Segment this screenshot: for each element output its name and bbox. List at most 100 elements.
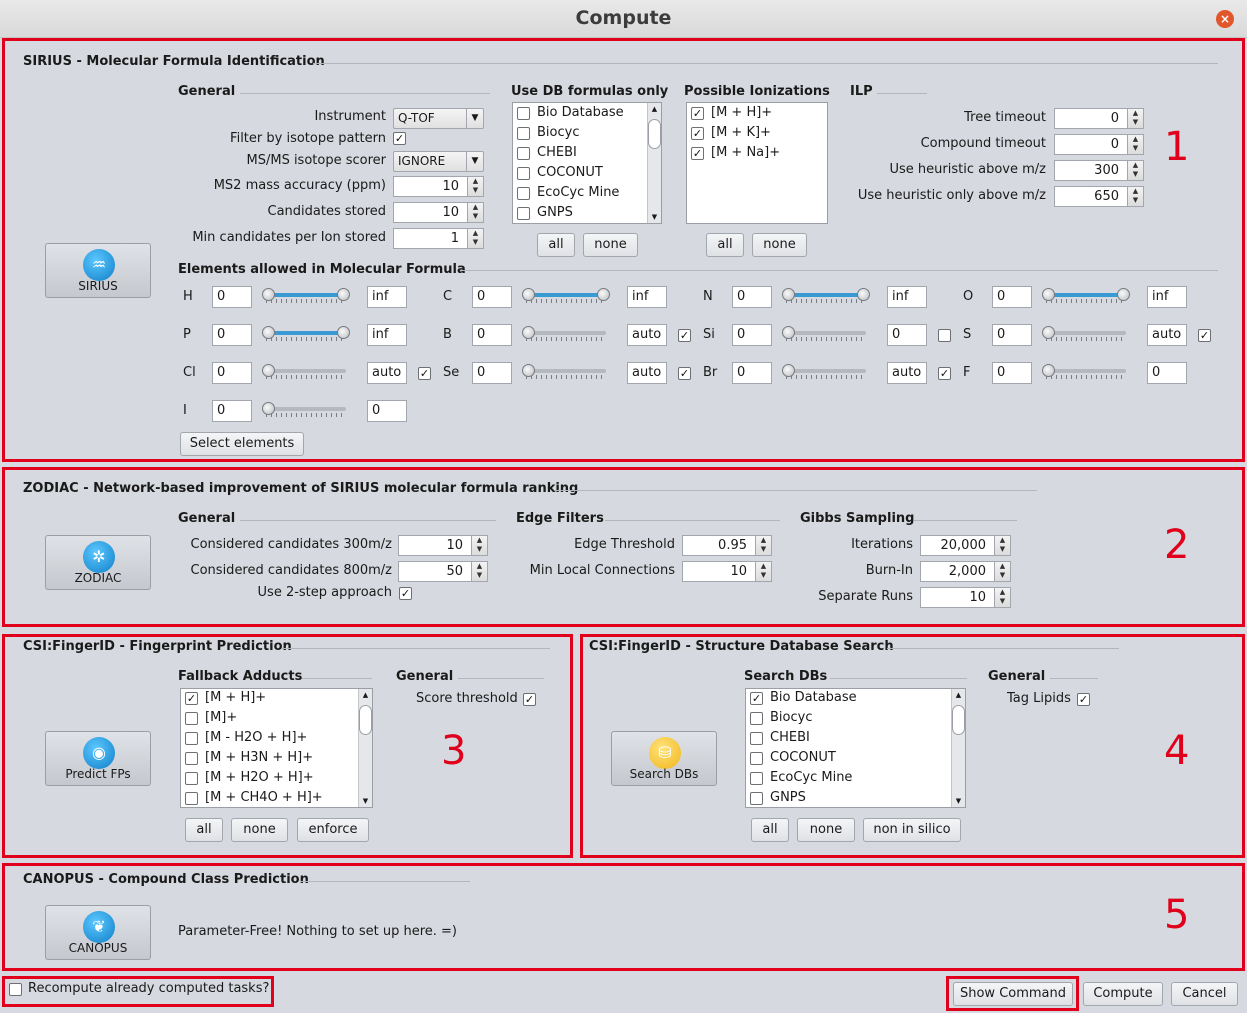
scroll-thumb[interactable]	[359, 705, 372, 735]
element-min-field[interactable]: 0	[212, 362, 252, 384]
slider-knob-min[interactable]	[262, 364, 275, 377]
ion-none-button[interactable]: none	[752, 233, 807, 257]
checkbox[interactable]	[517, 107, 530, 120]
element-slider[interactable]	[262, 326, 350, 342]
element-slider[interactable]	[782, 364, 870, 380]
element-auto-checkbox[interactable]: ✓	[678, 329, 691, 342]
checkbox[interactable]	[750, 712, 763, 725]
slider-knob-min[interactable]	[262, 402, 275, 415]
zodiac-tool-button[interactable]: ✲ ZODIAC	[45, 535, 151, 590]
heuristic-spinner[interactable]: 300 ▲ ▼	[1054, 160, 1144, 181]
search-dbs-tool-button[interactable]: ⛁ Search DBs	[611, 731, 717, 786]
checkbox[interactable]	[750, 792, 763, 805]
element-auto-checkbox[interactable]	[938, 329, 951, 342]
spinner-arrows-icon[interactable]: ▲ ▼	[1127, 187, 1143, 206]
element-auto-checkbox[interactable]: ✓	[1198, 329, 1211, 342]
element-slider[interactable]	[262, 364, 350, 380]
element-slider[interactable]	[262, 288, 350, 304]
iterations-spinner[interactable]: 20,000 ▲ ▼	[920, 535, 1011, 556]
cand800-spinner[interactable]: 50 ▲ ▼	[398, 561, 488, 582]
db-all-button[interactable]: all	[537, 233, 575, 257]
spinner-arrows-icon[interactable]: ▲ ▼	[471, 536, 487, 555]
element-slider[interactable]	[262, 402, 350, 418]
compound-timeout-spinner[interactable]: 0 ▲ ▼	[1054, 134, 1144, 155]
spinner-arrows-icon[interactable]: ▲ ▼	[467, 203, 483, 222]
heuristic-only-spinner[interactable]: 650 ▲ ▼	[1054, 186, 1144, 207]
ms2-accuracy-spinner[interactable]: 10 ▲ ▼	[393, 176, 484, 197]
db-formulas-list[interactable]: Bio Database Biocyc CHEBI COCONUT EcoCyc…	[512, 102, 662, 224]
db-none-button[interactable]: none	[583, 233, 638, 257]
element-auto-checkbox[interactable]: ✓	[678, 367, 691, 380]
select-elements-button[interactable]: Select elements	[180, 432, 304, 456]
slider-knob-min[interactable]	[782, 288, 795, 301]
element-min-field[interactable]: 0	[992, 324, 1032, 346]
scroll-thumb[interactable]	[952, 705, 965, 735]
ionizations-list[interactable]: ✓ [M + H]+ ✓ [M + K]+ ✓ [M + Na]+	[686, 102, 828, 224]
burnin-spinner[interactable]: 2,000 ▲ ▼	[920, 561, 1011, 582]
slider-knob-min[interactable]	[1042, 364, 1055, 377]
checkbox[interactable]	[750, 732, 763, 745]
dbs-all-button[interactable]: all	[751, 818, 789, 842]
element-max-field[interactable]: inf	[367, 324, 407, 346]
checkbox[interactable]	[185, 712, 198, 725]
slider-knob-max[interactable]	[1117, 288, 1130, 301]
spinner-arrows-icon[interactable]: ▲ ▼	[994, 562, 1010, 581]
element-min-field[interactable]: 0	[732, 286, 772, 308]
element-max-field[interactable]: auto	[367, 362, 407, 384]
checkbox[interactable]	[185, 732, 198, 745]
element-min-field[interactable]: 0	[212, 324, 252, 346]
checkbox[interactable]: ✓	[691, 107, 704, 120]
scrollbar[interactable]: ▲ ▼	[647, 103, 661, 223]
spinner-arrows-icon[interactable]: ▲ ▼	[467, 229, 483, 248]
element-slider[interactable]	[782, 326, 870, 342]
min-local-spinner[interactable]: 10 ▲ ▼	[682, 561, 772, 582]
element-min-field[interactable]: 0	[212, 400, 252, 422]
slider-knob-min[interactable]	[522, 288, 535, 301]
tag-lipids-checkbox[interactable]: ✓	[1077, 693, 1090, 706]
slider-knob-min[interactable]	[522, 326, 535, 339]
element-slider[interactable]	[1042, 288, 1130, 304]
adducts-none-button[interactable]: none	[231, 818, 288, 842]
element-slider[interactable]	[522, 288, 610, 304]
checkbox[interactable]	[185, 792, 198, 805]
slider-knob-min[interactable]	[1042, 326, 1055, 339]
canopus-tool-button[interactable]: ❦ CANOPUS	[45, 905, 151, 960]
cand300-spinner[interactable]: 10 ▲ ▼	[398, 535, 488, 556]
slider-knob-min[interactable]	[262, 326, 275, 339]
element-max-field[interactable]: 0	[367, 400, 407, 422]
isotope-filter-checkbox[interactable]: ✓	[393, 132, 406, 145]
checkbox[interactable]	[517, 167, 530, 180]
candidates-spinner[interactable]: 10 ▲ ▼	[393, 202, 484, 223]
element-slider[interactable]	[782, 288, 870, 304]
show-command-button[interactable]: Show Command	[953, 982, 1073, 1006]
element-auto-checkbox[interactable]: ✓	[938, 367, 951, 380]
element-slider[interactable]	[522, 364, 610, 380]
slider-knob-max[interactable]	[337, 326, 350, 339]
checkbox[interactable]	[517, 127, 530, 140]
scroll-down-icon[interactable]: ▼	[648, 211, 661, 223]
dbs-none-button[interactable]: none	[797, 818, 855, 842]
compute-button[interactable]: Compute	[1083, 982, 1163, 1006]
scroll-down-icon[interactable]: ▼	[952, 795, 965, 807]
checkbox[interactable]	[185, 772, 198, 785]
spinner-arrows-icon[interactable]: ▲ ▼	[755, 536, 771, 555]
isotope-scorer-select[interactable]: IGNORE ▼	[393, 151, 484, 172]
dbs-non-insilico-button[interactable]: non in silico	[863, 818, 961, 842]
scroll-up-icon[interactable]: ▲	[648, 103, 661, 115]
checkbox[interactable]: ✓	[691, 127, 704, 140]
scrollbar[interactable]: ▲ ▼	[951, 689, 965, 807]
element-max-field[interactable]: inf	[1147, 286, 1187, 308]
recompute-checkbox[interactable]	[9, 983, 22, 996]
slider-knob-min[interactable]	[522, 364, 535, 377]
slider-knob-max[interactable]	[337, 288, 350, 301]
element-slider[interactable]	[1042, 364, 1130, 380]
element-min-field[interactable]: 0	[732, 324, 772, 346]
spinner-arrows-icon[interactable]: ▲ ▼	[467, 177, 483, 196]
predict-fps-tool-button[interactable]: ◉ Predict FPs	[45, 731, 151, 786]
element-max-field[interactable]: 0	[887, 324, 927, 346]
spinner-arrows-icon[interactable]: ▲ ▼	[994, 536, 1010, 555]
element-max-field[interactable]: inf	[887, 286, 927, 308]
scroll-down-icon[interactable]: ▼	[359, 795, 372, 807]
spinner-arrows-icon[interactable]: ▲ ▼	[1127, 135, 1143, 154]
element-min-field[interactable]: 0	[212, 286, 252, 308]
